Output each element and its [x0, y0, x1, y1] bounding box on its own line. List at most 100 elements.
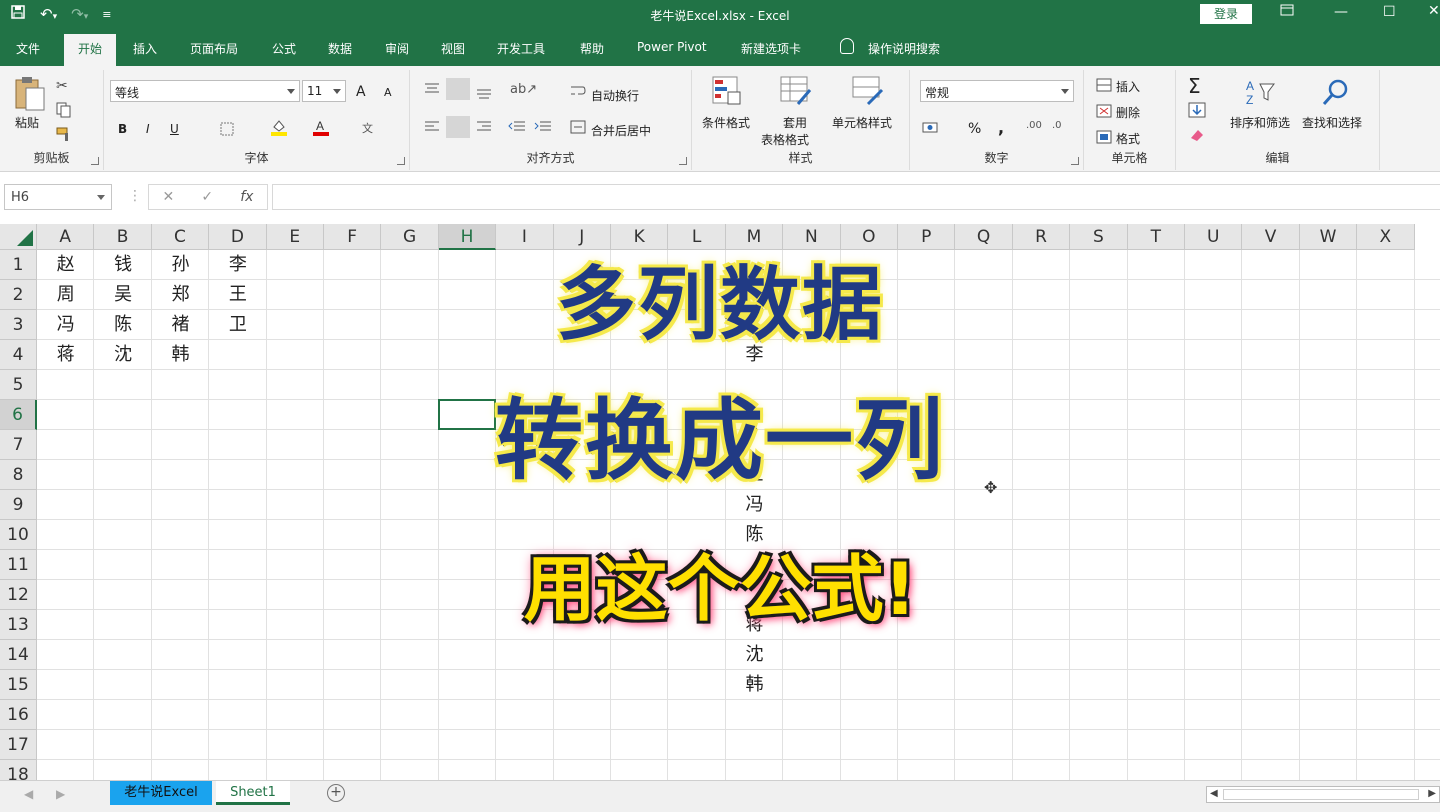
- decrease-indent-icon[interactable]: [508, 120, 526, 137]
- tab-data[interactable]: 数据: [328, 40, 352, 57]
- number-launcher-icon[interactable]: [1071, 157, 1079, 165]
- row-header-18[interactable]: 18: [0, 760, 37, 780]
- tab-file[interactable]: 文件: [16, 40, 40, 57]
- shrink-font-icon[interactable]: A: [384, 86, 392, 99]
- insert-cells-icon[interactable]: [1096, 78, 1112, 95]
- prev-sheet-icon[interactable]: ◀: [24, 787, 33, 801]
- tab-page-layout[interactable]: 页面布局: [190, 40, 238, 57]
- row-header-16[interactable]: 16: [0, 700, 37, 730]
- paste-icon[interactable]: [14, 76, 46, 115]
- formula-input[interactable]: [272, 184, 1440, 210]
- sheet-tab-2[interactable]: Sheet1: [216, 781, 290, 805]
- scroll-thumb[interactable]: [1223, 789, 1419, 800]
- cut-icon[interactable]: ✂: [56, 78, 68, 94]
- add-sheet-icon[interactable]: +: [327, 784, 345, 802]
- grow-font-icon[interactable]: A: [356, 84, 366, 100]
- increase-decimal-icon[interactable]: .00: [1026, 120, 1042, 131]
- insert-cells-button[interactable]: 插入: [1116, 78, 1140, 95]
- format-painter-icon[interactable]: [56, 126, 74, 145]
- italic-button[interactable]: I: [146, 122, 150, 136]
- phonetic-icon[interactable]: 文: [362, 120, 373, 136]
- orientation-icon[interactable]: ab↗: [510, 82, 537, 97]
- format-as-table-label-2[interactable]: 表格格式: [761, 131, 809, 148]
- tab-formulas[interactable]: 公式: [272, 40, 296, 57]
- increase-indent-icon[interactable]: [534, 120, 552, 137]
- align-top-icon[interactable]: [424, 82, 440, 99]
- copy-icon[interactable]: [56, 102, 72, 121]
- scroll-right-icon[interactable]: ▶: [1428, 788, 1436, 799]
- delete-cells-button[interactable]: 删除: [1116, 104, 1140, 121]
- conditional-format-button[interactable]: 条件格式: [702, 114, 750, 131]
- find-select-icon[interactable]: [1320, 78, 1350, 111]
- find-select-button[interactable]: 查找和选择: [1302, 114, 1362, 131]
- clipboard-launcher-icon[interactable]: [91, 157, 99, 165]
- close-icon[interactable]: ✕: [1428, 3, 1440, 19]
- wrap-text-icon[interactable]: [570, 84, 586, 101]
- sort-filter-icon[interactable]: AZ: [1244, 78, 1276, 111]
- tab-new-tab[interactable]: 新建选项卡: [741, 40, 801, 57]
- format-cells-icon[interactable]: [1096, 130, 1112, 147]
- align-center-icon[interactable]: [446, 116, 470, 138]
- align-left-icon[interactable]: [424, 120, 440, 137]
- alignment-launcher-icon[interactable]: [679, 157, 687, 165]
- font-launcher-icon[interactable]: [397, 157, 405, 165]
- row-header-15[interactable]: 15: [0, 670, 37, 700]
- align-bottom-icon[interactable]: [476, 86, 492, 103]
- tab-insert[interactable]: 插入: [133, 40, 157, 57]
- maximize-icon[interactable]: ☐: [1383, 4, 1396, 20]
- lightbulb-icon[interactable]: [840, 38, 854, 54]
- underline-button[interactable]: U: [170, 122, 179, 136]
- tab-power-pivot[interactable]: Power Pivot: [637, 40, 707, 54]
- fill-icon[interactable]: [1188, 102, 1206, 121]
- tab-view[interactable]: 视图: [441, 40, 465, 57]
- enter-icon[interactable]: ✓: [201, 189, 213, 205]
- row-header-17[interactable]: 17: [0, 730, 37, 760]
- paste-button[interactable]: 粘贴: [15, 114, 39, 131]
- wrap-text-button[interactable]: 自动换行: [591, 87, 639, 104]
- ribbon-display-icon[interactable]: [1280, 4, 1294, 20]
- font-name-select[interactable]: 等线: [110, 80, 300, 102]
- autosum-icon[interactable]: Σ: [1188, 74, 1201, 98]
- cancel-icon[interactable]: ✕: [163, 189, 175, 205]
- format-as-table-icon[interactable]: [780, 76, 812, 109]
- bold-button[interactable]: B: [118, 122, 127, 136]
- decrease-decimal-icon[interactable]: .0: [1052, 120, 1062, 131]
- number-format-select[interactable]: 常规: [920, 80, 1074, 102]
- formula-bar-handle-icon[interactable]: ⋮: [128, 188, 142, 204]
- font-color-icon[interactable]: A: [312, 118, 330, 139]
- conditional-format-icon[interactable]: [712, 76, 742, 109]
- comma-button[interactable]: ,: [998, 118, 1004, 137]
- tab-help[interactable]: 帮助: [580, 40, 604, 57]
- percent-button[interactable]: %: [968, 121, 981, 137]
- cell-styles-button[interactable]: 单元格样式: [832, 114, 892, 131]
- scroll-left-icon[interactable]: ◀: [1210, 788, 1218, 799]
- clear-icon[interactable]: [1188, 126, 1206, 145]
- insert-function-icon[interactable]: fx: [240, 189, 253, 205]
- font-size-select[interactable]: 11: [302, 80, 346, 102]
- tell-me-search[interactable]: 操作说明搜索: [868, 40, 940, 57]
- sort-filter-button[interactable]: 排序和筛选: [1230, 114, 1290, 131]
- merge-center-button[interactable]: 合并后居中: [591, 122, 651, 139]
- align-right-icon[interactable]: [476, 120, 492, 137]
- name-box[interactable]: H6: [4, 184, 112, 210]
- sheet-tab-1[interactable]: 老牛说Excel: [110, 781, 212, 805]
- border-icon[interactable]: [220, 122, 234, 139]
- format-cells-button[interactable]: 格式: [1116, 130, 1140, 147]
- format-as-table-label-1[interactable]: 套用: [783, 114, 807, 131]
- next-sheet-icon[interactable]: ▶: [56, 787, 65, 801]
- row-header-14[interactable]: 14: [0, 640, 37, 670]
- tab-developer[interactable]: 开发工具: [497, 40, 545, 57]
- merge-center-icon[interactable]: [570, 120, 586, 137]
- accounting-format-icon[interactable]: [922, 120, 942, 139]
- tab-review[interactable]: 审阅: [385, 40, 409, 57]
- cell-m14[interactable]: 沈: [726, 640, 783, 670]
- tab-home[interactable]: 开始: [64, 34, 117, 66]
- fill-color-icon[interactable]: [270, 118, 288, 139]
- horizontal-scrollbar[interactable]: ◀ ▶: [1206, 786, 1440, 803]
- delete-cells-icon[interactable]: [1096, 104, 1112, 121]
- minimize-icon[interactable]: —: [1334, 4, 1348, 20]
- cell-m15[interactable]: 韩: [726, 670, 783, 700]
- login-button[interactable]: 登录: [1200, 4, 1252, 24]
- cell-styles-icon[interactable]: [852, 76, 884, 109]
- align-middle-icon[interactable]: [446, 78, 470, 100]
